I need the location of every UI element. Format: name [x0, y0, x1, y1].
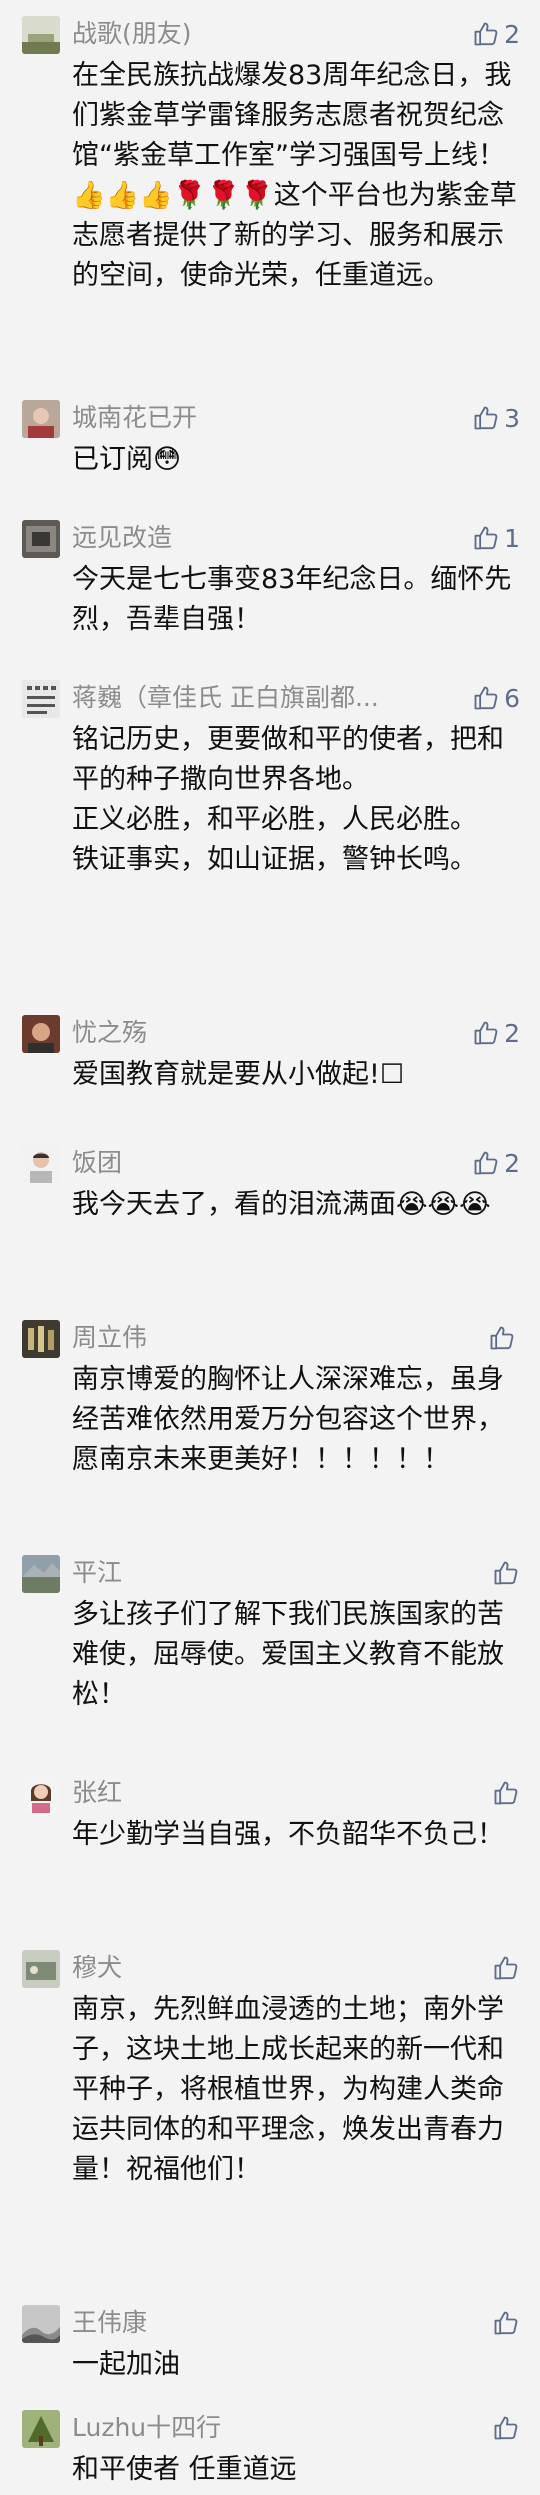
thumbs-up-icon: [494, 1561, 518, 1585]
comment-author[interactable]: 忧之殇: [72, 1015, 437, 1051]
comment-item: 张红 年少勤学当自强，不负韶华不负己！: [0, 1775, 540, 1855]
thumbs-up-icon: [474, 1021, 498, 1045]
comment-text: 铭记历史，更要做和平的使者，把和平的种子撒向世界各地。 正义必胜，和平必胜，人民…: [72, 724, 504, 875]
comment-author[interactable]: 战歌(朋友): [72, 16, 437, 52]
comment-item: 战歌(朋友) 2 在全民族抗战爆发83周年纪念日，我们紫金草学雷锋服务志愿者祝贺…: [0, 16, 540, 296]
like-count: 2: [504, 1018, 520, 1048]
comment-item: 城南花已开 3 已订阅😳: [0, 400, 540, 480]
avatar[interactable]: [22, 2410, 60, 2448]
comment-text: 我今天去了，看的泪流满面😭😭😭: [72, 1189, 491, 1220]
like-count: 2: [504, 19, 520, 49]
thumbs-up-icon: [490, 1326, 514, 1350]
comment-text: 和平使者 任重道远: [72, 2454, 297, 2485]
comment-text: 今天是七七事变83年纪念日。缅怀先烈，吾辈自强！: [72, 564, 512, 635]
avatar[interactable]: [22, 2305, 60, 2343]
comment-item: Luzhu十四行 和平使者 任重道远: [0, 2410, 540, 2490]
comment-text: 爱国教育就是要从小做起!☐: [72, 1059, 405, 1090]
avatar[interactable]: [22, 1775, 60, 1813]
avatar[interactable]: [22, 1950, 60, 1988]
like-count: 3: [504, 403, 520, 433]
comment-author[interactable]: 王伟康: [72, 2305, 437, 2341]
like-button[interactable]: [492, 1777, 520, 1809]
comment-item: 饭团 2 我今天去了，看的泪流满面😭😭😭: [0, 1145, 540, 1225]
avatar[interactable]: [22, 1145, 60, 1183]
thumbs-up-icon: [494, 2416, 518, 2440]
comment-item: 平江 多让孩子们了解下我们民族国家的苦难使，屈辱使。爱国主义教育不能放松！: [0, 1555, 540, 1715]
like-button[interactable]: [492, 1557, 520, 1589]
like-button[interactable]: 2: [472, 1147, 520, 1179]
thumbs-up-icon: [474, 22, 498, 46]
comment-item: 王伟康 一起加油: [0, 2305, 540, 2385]
like-button[interactable]: 3: [472, 402, 520, 434]
thumbs-up-icon: [494, 1956, 518, 1980]
comment-item: 周立伟 南京博爱的胸怀让人深深难忘，虽身经苦难依然用爱万分包容这个世界，愿南京未…: [0, 1320, 540, 1480]
like-button[interactable]: 1: [472, 522, 520, 554]
like-button[interactable]: 2: [472, 18, 520, 50]
avatar[interactable]: [22, 1320, 60, 1358]
avatar[interactable]: [22, 1555, 60, 1593]
comment-text: 南京，先烈鲜血浸透的土地；南外学子，这块土地上成长起来的新一代和平种子，将根植世…: [72, 1994, 504, 2185]
thumbs-up-icon: [494, 2311, 518, 2335]
comment-item: 蒋巍（章佳氏 正白旗副都... 6 铭记历史，更要做和平的使者，把和平的种子撒向…: [0, 680, 540, 880]
thumbs-up-icon: [474, 1151, 498, 1175]
like-count: 1: [504, 523, 520, 553]
comment-text: 年少勤学当自强，不负韶华不负己！: [72, 1819, 504, 1850]
comment-author[interactable]: 蒋巍（章佳氏 正白旗副都...: [72, 680, 437, 716]
comment-text: 一起加油: [72, 2349, 180, 2380]
thumbs-up-icon: [494, 1781, 518, 1805]
comment-list: 战歌(朋友) 2 在全民族抗战爆发83周年纪念日，我们紫金草学雷锋服务志愿者祝贺…: [0, 0, 540, 2495]
like-button[interactable]: [492, 2307, 520, 2339]
comment-author[interactable]: 城南花已开: [72, 400, 437, 436]
like-count: 2: [504, 1148, 520, 1178]
comment-author[interactable]: 穆犬: [72, 1950, 437, 1986]
like-button[interactable]: 6: [472, 682, 520, 714]
comment-author[interactable]: 远见改造: [72, 520, 437, 556]
thumbs-up-icon: [474, 406, 498, 430]
avatar[interactable]: [22, 520, 60, 558]
comment-text: 在全民族抗战爆发83周年纪念日，我们紫金草学雷锋服务志愿者祝贺纪念馆“紫金草工作…: [72, 60, 517, 291]
thumbs-up-icon: [474, 526, 498, 550]
avatar[interactable]: [22, 400, 60, 438]
avatar[interactable]: [22, 1015, 60, 1053]
like-button[interactable]: [492, 2412, 520, 2444]
comment-text: 已订阅😳: [72, 444, 182, 475]
like-button[interactable]: 2: [472, 1017, 520, 1049]
comment-item: 远见改造 1 今天是七七事变83年纪念日。缅怀先烈，吾辈自强！: [0, 520, 540, 640]
comment-text: 多让孩子们了解下我们民族国家的苦难使，屈辱使。爱国主义教育不能放松！: [72, 1599, 504, 1710]
comment-author[interactable]: 张红: [72, 1775, 437, 1811]
avatar[interactable]: [22, 680, 60, 718]
comment-author[interactable]: 平江: [72, 1555, 437, 1591]
like-count: 6: [504, 683, 520, 713]
comment-item: 忧之殇 2 爱国教育就是要从小做起!☐: [0, 1015, 540, 1095]
avatar[interactable]: [22, 16, 60, 54]
like-button[interactable]: [488, 1322, 520, 1354]
comment-author[interactable]: Luzhu十四行: [72, 2410, 437, 2446]
comment-item: 穆犬 南京，先烈鲜血浸透的土地；南外学子，这块土地上成长起来的新一代和平种子，将…: [0, 1950, 540, 2190]
comment-text: 南京博爱的胸怀让人深深难忘，虽身经苦难依然用爱万分包容这个世界，愿南京未来更美好…: [72, 1364, 504, 1475]
comment-author[interactable]: 周立伟: [72, 1320, 437, 1356]
thumbs-up-icon: [474, 686, 498, 710]
comment-author[interactable]: 饭团: [72, 1145, 437, 1181]
like-button[interactable]: [492, 1952, 520, 1984]
